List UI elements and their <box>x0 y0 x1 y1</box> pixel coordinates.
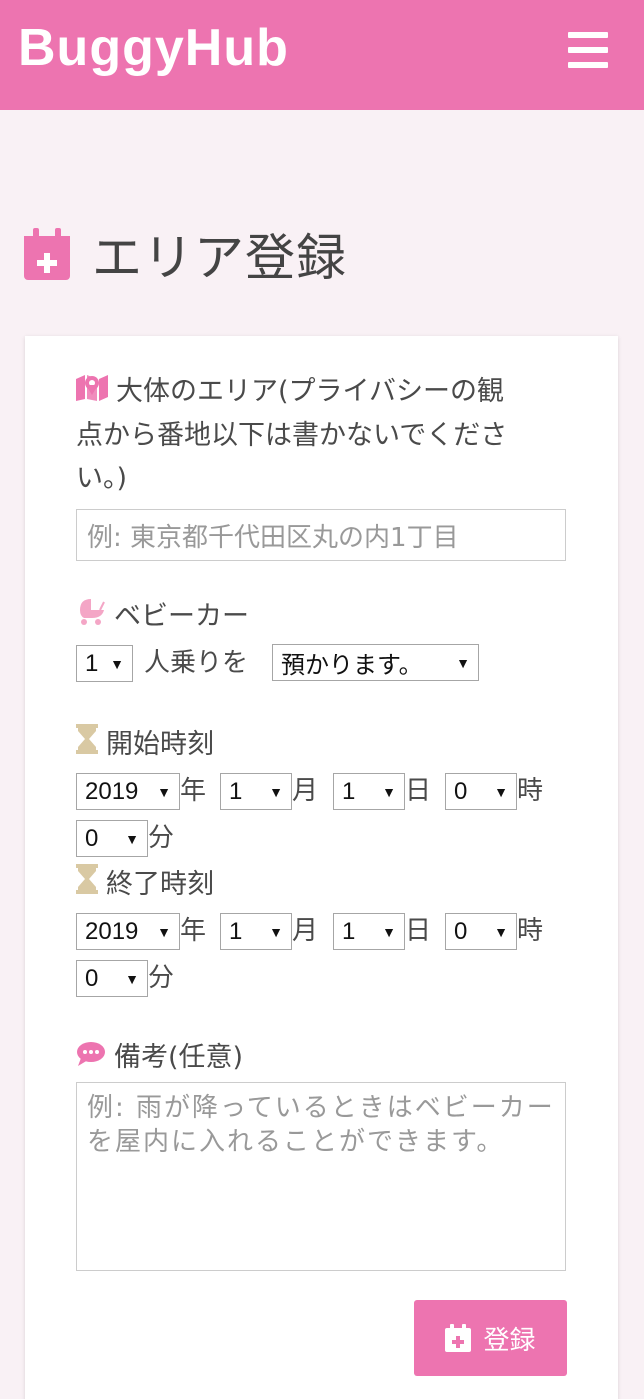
area-input-placeholder: 例: 東京都千代田区丸の内1丁目 <box>87 522 459 553</box>
map-marker-icon <box>76 371 108 414</box>
end-month-value: 1 <box>229 917 243 945</box>
end-day-unit: 日 <box>405 916 432 946</box>
start-month-unit: 月 <box>292 776 319 806</box>
navbar: BuggyHub <box>0 0 644 110</box>
calendar-plus-icon <box>24 228 70 280</box>
chevron-down-icon: ▼ <box>382 784 396 800</box>
chevron-down-icon: ▼ <box>125 971 139 987</box>
start-minute-unit: 分 <box>148 823 175 853</box>
stroller-label-text: ベビーカー <box>114 601 249 632</box>
start-time-label-text: 開始時刻 <box>106 729 214 760</box>
notes-label: 備考(任意) <box>76 1036 243 1080</box>
end-month-select[interactable]: 1 ▼ <box>220 913 292 950</box>
stroller-count-value: 1 <box>85 649 99 677</box>
start-year-value: 2019 <box>85 777 139 805</box>
page-title: エリア登録 <box>24 222 347 287</box>
chevron-down-icon: ▼ <box>456 655 470 671</box>
start-hour-select[interactable]: 0 ▼ <box>445 773 517 810</box>
chevron-down-icon: ▼ <box>494 784 508 800</box>
end-year-value: 2019 <box>85 917 139 945</box>
calendar-plus-icon <box>445 1324 472 1352</box>
start-year-select[interactable]: 2019 ▼ <box>76 773 180 810</box>
stroller-icon <box>76 596 106 639</box>
area-form-card: 大体のエリア(プライバシーの観 点から番地以下は書かないでくださ い。) 例: … <box>25 336 618 1399</box>
end-year-unit: 年 <box>180 916 207 946</box>
start-hour-value: 0 <box>454 777 468 805</box>
chevron-down-icon: ▼ <box>269 784 283 800</box>
chevron-down-icon: ▼ <box>125 831 139 847</box>
end-minute-unit: 分 <box>148 963 175 993</box>
end-time-label: 終了時刻 <box>76 863 214 907</box>
end-day-value: 1 <box>342 917 356 945</box>
end-minute-value: 0 <box>85 964 99 992</box>
start-hour-unit: 時 <box>517 776 544 806</box>
area-label-line3: い。) <box>76 463 128 494</box>
end-day-select[interactable]: 1 ▼ <box>333 913 405 950</box>
chevron-down-icon: ▼ <box>110 656 124 672</box>
notes-placeholder: 例: 雨が降っているときはベビーカーを屋内に入れることができます。 <box>87 1093 555 1157</box>
stroller-count-select[interactable]: 1 ▼ <box>76 645 133 682</box>
chevron-down-icon: ▼ <box>269 924 283 940</box>
stroller-action-value: 預かります。 <box>281 652 423 679</box>
chevron-down-icon: ▼ <box>157 784 171 800</box>
hourglass-icon <box>76 724 98 767</box>
end-minute-select[interactable]: 0 ▼ <box>76 960 148 997</box>
end-hour-value: 0 <box>454 917 468 945</box>
register-button-label: 登録 <box>483 1325 536 1356</box>
brand-logo[interactable]: BuggyHub <box>18 22 289 74</box>
notes-label-text: 備考(任意) <box>114 1042 244 1073</box>
start-month-value: 1 <box>229 777 243 805</box>
end-year-select[interactable]: 2019 ▼ <box>76 913 180 950</box>
start-minute-select[interactable]: 0 ▼ <box>76 820 148 857</box>
end-hour-select[interactable]: 0 ▼ <box>445 913 517 950</box>
start-time-label: 開始時刻 <box>76 723 214 767</box>
notes-textarea[interactable]: 例: 雨が降っているときはベビーカーを屋内に入れることができます。 <box>76 1082 566 1271</box>
page-title-text: エリア登録 <box>92 229 347 287</box>
hamburger-icon[interactable] <box>568 32 610 68</box>
stroller-label: ベビーカー <box>76 595 249 639</box>
area-label-line2: 点から番地以下は書かないでくださ <box>76 420 508 451</box>
end-month-unit: 月 <box>292 916 319 946</box>
chevron-down-icon: ▼ <box>157 924 171 940</box>
people-text: 人乗りを <box>144 648 249 678</box>
chevron-down-icon: ▼ <box>494 924 508 940</box>
comment-icon <box>76 1037 106 1080</box>
start-month-select[interactable]: 1 ▼ <box>220 773 292 810</box>
stroller-action-select[interactable]: 預かります。 ▼ <box>272 644 479 681</box>
area-label-line1: 大体のエリア(プライバシーの観 <box>116 376 504 407</box>
start-day-value: 1 <box>342 777 356 805</box>
area-label: 大体のエリア(プライバシーの観 点から番地以下は書かないでくださ い。) <box>76 370 576 500</box>
area-input[interactable]: 例: 東京都千代田区丸の内1丁目 <box>76 509 566 561</box>
end-time-label-text: 終了時刻 <box>106 869 214 900</box>
start-minute-value: 0 <box>85 824 99 852</box>
end-hour-unit: 時 <box>517 916 544 946</box>
start-day-select[interactable]: 1 ▼ <box>333 773 405 810</box>
register-button[interactable]: 登録 <box>414 1300 567 1376</box>
start-year-unit: 年 <box>180 776 207 806</box>
start-day-unit: 日 <box>405 776 432 806</box>
chevron-down-icon: ▼ <box>382 924 396 940</box>
hourglass-icon <box>76 864 98 907</box>
